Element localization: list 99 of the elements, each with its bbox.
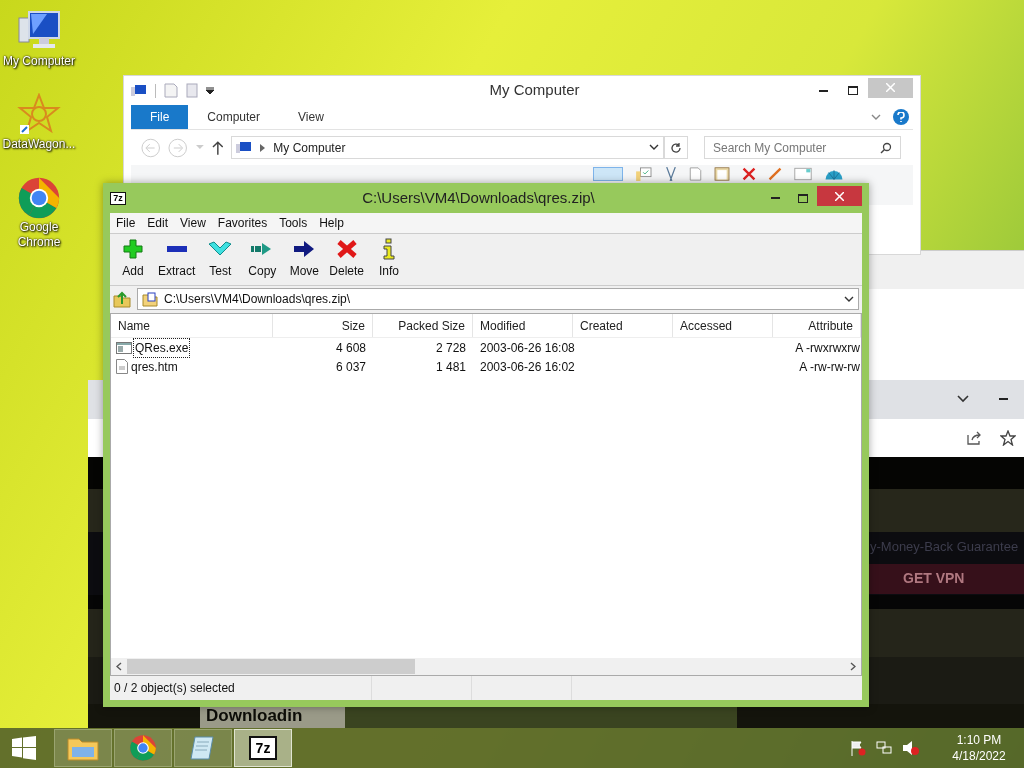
shell-icon[interactable] bbox=[824, 167, 844, 181]
status-text: 0 / 2 object(s) selected bbox=[110, 676, 372, 700]
computer-icon[interactable] bbox=[131, 83, 147, 98]
address-text: My Computer bbox=[273, 139, 347, 157]
path-text: C:\Users\VM4\Downloads\qres.zip\ bbox=[164, 291, 352, 308]
document-icon bbox=[116, 359, 128, 374]
archive-file-icon bbox=[142, 291, 158, 307]
column-header[interactable]: Name bbox=[111, 314, 273, 337]
clock[interactable]: 1:10 PM 4/18/2022 bbox=[944, 732, 1014, 764]
minus-icon bbox=[166, 246, 187, 252]
table-cell-text: 1 481 bbox=[434, 358, 467, 376]
ribbon-tab[interactable]: View bbox=[279, 105, 343, 129]
checkbox-icon[interactable] bbox=[635, 167, 653, 181]
help-icon[interactable] bbox=[893, 109, 909, 125]
menu-item[interactable]: View bbox=[176, 214, 210, 232]
dropdown-arrow-icon[interactable] bbox=[206, 86, 214, 95]
app-icon: 7z bbox=[110, 191, 126, 205]
windows-logo-icon bbox=[12, 736, 36, 760]
toolbar-button[interactable]: Test bbox=[201, 238, 240, 280]
chevron-down-icon bbox=[844, 295, 854, 303]
network-icon[interactable] bbox=[876, 740, 892, 756]
chevron-right-icon bbox=[260, 143, 266, 152]
plus-icon bbox=[121, 238, 145, 260]
window-icon[interactable] bbox=[794, 167, 812, 181]
address-bar[interactable]: My Computer bbox=[231, 136, 664, 159]
file-name[interactable]: QRes.exe bbox=[134, 338, 190, 357]
circle-logo-icon bbox=[129, 734, 157, 762]
flag-icon[interactable] bbox=[850, 740, 866, 756]
refresh-button[interactable] bbox=[663, 136, 688, 159]
column-header[interactable]: Attribute bbox=[773, 314, 861, 337]
copy-icon[interactable] bbox=[689, 167, 702, 181]
menu-item[interactable]: Tools bbox=[275, 214, 312, 232]
notepad-icon bbox=[189, 733, 217, 763]
taskbar-button[interactable]: 7z bbox=[234, 729, 292, 767]
window-title: My Computer bbox=[488, 80, 581, 101]
star-icon[interactable] bbox=[1000, 429, 1016, 446]
taskbar-button[interactable] bbox=[174, 729, 232, 767]
chevron-down-icon bbox=[648, 144, 659, 151]
table-cell-text: 2 728 bbox=[434, 339, 467, 357]
menu-item[interactable]: File bbox=[112, 214, 140, 232]
table-cell-text: 2003-06-26 16:08 bbox=[479, 339, 573, 357]
column-header[interactable]: Packed Size bbox=[373, 314, 473, 337]
folder-up-icon[interactable] bbox=[113, 290, 131, 308]
search-icon bbox=[880, 141, 892, 154]
search-field[interactable]: Search My Computer bbox=[703, 136, 901, 159]
table-cell-text: 4 608 bbox=[334, 339, 367, 357]
column-header[interactable]: Accessed bbox=[673, 314, 773, 337]
toolbar-button[interactable]: Info bbox=[370, 238, 409, 280]
table-cell-text: A -rwxrwxrw bbox=[795, 339, 860, 357]
clipboard-icon[interactable] bbox=[714, 167, 730, 181]
app-logo: 7z bbox=[249, 736, 277, 760]
ribbon-tab[interactable]: Computer bbox=[188, 105, 280, 129]
computer-icon bbox=[236, 140, 253, 155]
file-name[interactable]: qres.htm bbox=[130, 357, 179, 376]
menu-item[interactable]: Favorites bbox=[213, 214, 272, 232]
close-icon bbox=[886, 83, 895, 92]
menu-item[interactable]: Help bbox=[315, 214, 348, 232]
maximize-icon[interactable] bbox=[798, 193, 808, 203]
toolbar-button[interactable]: Add bbox=[114, 238, 152, 280]
scroll-right-icon[interactable] bbox=[850, 662, 856, 671]
column-header[interactable]: Size bbox=[273, 314, 373, 337]
page-heading: Downloadin bbox=[206, 706, 303, 725]
speaker-muted-icon[interactable] bbox=[902, 740, 920, 756]
toolbar-button[interactable]: Move bbox=[285, 238, 324, 280]
banner-text: y-Money-Back Guarantee bbox=[870, 538, 1019, 557]
column-header[interactable]: Modified bbox=[473, 314, 573, 337]
pencil-icon[interactable] bbox=[768, 167, 782, 181]
table-cell-text: 2003-06-26 16:02 bbox=[479, 358, 573, 376]
close-icon bbox=[835, 191, 844, 201]
refresh-icon bbox=[669, 141, 682, 154]
program-file-icon bbox=[116, 340, 132, 355]
scissors-icon[interactable] bbox=[665, 167, 677, 181]
toolbar-button[interactable]: Copy bbox=[243, 238, 282, 280]
up-arrow-icon[interactable] bbox=[211, 140, 224, 155]
search-input: Search My Computer bbox=[712, 138, 880, 157]
get-vpn-button[interactable]: GET VPN bbox=[868, 563, 1024, 594]
maximize-icon[interactable] bbox=[848, 86, 858, 95]
star-emblem-icon bbox=[17, 93, 61, 137]
menu-item[interactable]: Edit bbox=[143, 214, 173, 232]
minimize-icon[interactable] bbox=[818, 89, 828, 92]
taskbar-button[interactable] bbox=[114, 729, 172, 767]
circle-logo-icon bbox=[17, 176, 61, 220]
path-field[interactable]: C:\Users\VM4\Downloads\qres.zip\ bbox=[137, 288, 859, 310]
table-cell-text: A -rw-rw-rw bbox=[799, 358, 860, 376]
minimize-icon[interactable] bbox=[999, 398, 1008, 401]
cross-icon[interactable] bbox=[742, 167, 756, 181]
chevron-down-icon[interactable] bbox=[957, 395, 969, 404]
share-icon[interactable] bbox=[966, 429, 982, 446]
taskbar-button[interactable] bbox=[54, 729, 112, 767]
column-header[interactable]: Created bbox=[573, 314, 673, 337]
window-title: C:\Users\VM4\Downloads\qres.zip\ bbox=[361, 187, 596, 208]
table-cell-text: 6 037 bbox=[334, 358, 367, 376]
toolbar-button[interactable]: Delete bbox=[327, 238, 367, 280]
scroll-left-icon[interactable] bbox=[116, 662, 122, 671]
close-button[interactable] bbox=[817, 186, 862, 206]
horizontal-scrollbar[interactable] bbox=[111, 658, 861, 675]
toolbar-button[interactable]: Extract bbox=[156, 238, 198, 280]
ribbon-tab[interactable]: File bbox=[131, 105, 189, 129]
minimize-icon[interactable] bbox=[770, 197, 780, 199]
